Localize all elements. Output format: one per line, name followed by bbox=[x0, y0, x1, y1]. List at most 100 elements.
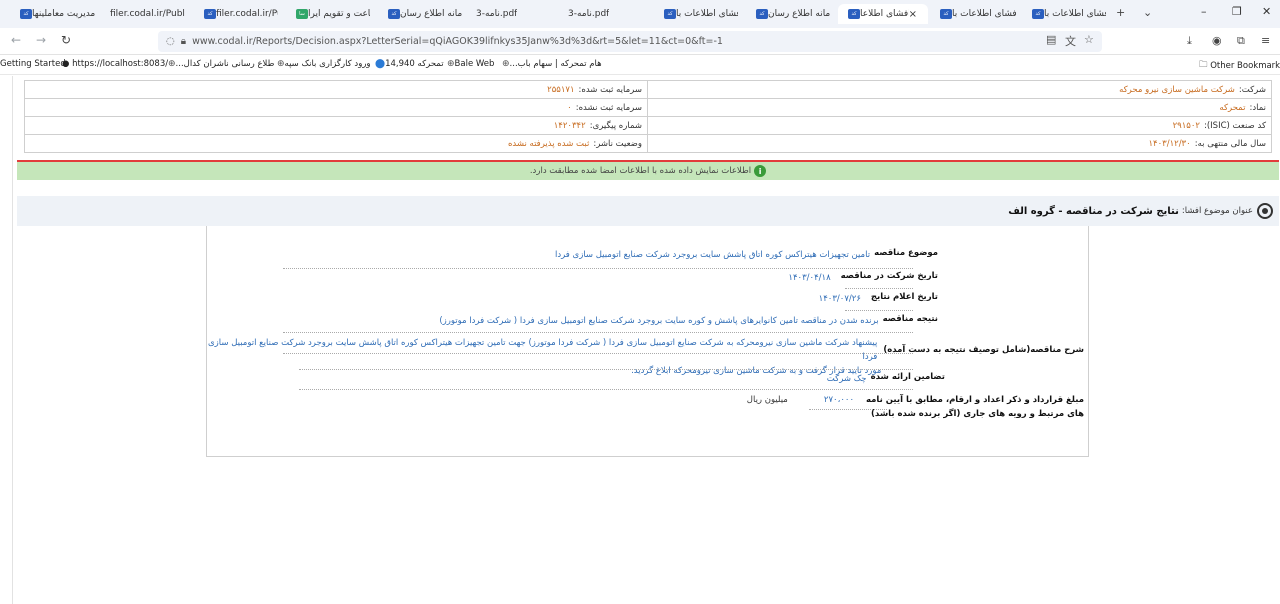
tender-details-panel: موضوع مناقصه تامین تجهیزات هیتراکس کوره … bbox=[206, 226, 1089, 457]
tracking-number-value: ۱۴۲۰۳۴۲ bbox=[553, 120, 586, 131]
tracking-number-cell: شماره پیگیری:۱۴۲۰۳۴۲ bbox=[24, 116, 648, 135]
folder-icon: 🗀︎ bbox=[1199, 60, 1211, 70]
github-icon: ● bbox=[62, 59, 73, 69]
bookmark-sepah-brokerage[interactable]: ⊕ ورود کارگزاری بانک سپه bbox=[274, 59, 371, 69]
tab-3[interactable]: کدسامانه اطلاع رسان bbox=[746, 4, 836, 24]
tab-0[interactable]: کد افشای اطلاعات با bbox=[1022, 4, 1112, 24]
bookmark-tamharekeh-price[interactable]: ⬤ تمحرکه 14,940 bbox=[372, 59, 444, 69]
reader-view-icon[interactable]: ▤ bbox=[1046, 33, 1056, 46]
symbol-cell: نماد:تمحرکه bbox=[647, 98, 1272, 117]
bookmark-bale-web[interactable]: ⊕ Bale Web bbox=[444, 59, 494, 69]
globe-icon: ⊕ bbox=[502, 59, 510, 69]
shield-icon: ◌ bbox=[166, 36, 175, 47]
target-icon bbox=[1257, 203, 1273, 219]
bookmark-star-icon[interactable]: ☆ bbox=[1084, 33, 1094, 46]
symbol-value: تمحرکه bbox=[1219, 102, 1246, 113]
fiscal-year-value: ۱۴۰۳/۱۲/۳۰ bbox=[1148, 138, 1191, 149]
price-icon: ⬤ bbox=[375, 59, 386, 69]
tab-2-active[interactable]: کد افشای اطلاعا × bbox=[838, 4, 928, 24]
publisher-status-cell: وضعیت ناشر:ثبت شده پذیرفته نشده bbox=[24, 134, 648, 153]
url-text: www.codal.ir/Reports/Decision.aspx?Lette… bbox=[192, 36, 723, 47]
subject-header: عنوان موضوع افشا: نتایج شرکت در مناقصه -… bbox=[17, 196, 1279, 226]
registered-capital-value: ۲۵۵۱۷۱ bbox=[547, 84, 575, 95]
signature-verified-banner: i اطلاعات نمایش داده شده با اطلاعات امضا… bbox=[17, 162, 1279, 180]
address-bar[interactable]: ◌ 🔒︎ www.codal.ir/Reports/Decision.aspx?… bbox=[158, 31, 1102, 52]
translate-icon[interactable]: 文 bbox=[1065, 33, 1076, 49]
description-row: شرح مناقصه(شامل توصیف نتیجه به دست آمده)… bbox=[205, 336, 1088, 378]
navigation-bar: ← → ↻ ◌ 🔒︎ www.codal.ir/Reports/Decision… bbox=[0, 28, 1280, 55]
publisher-status-value: ثبت شده پذیرفته نشده bbox=[507, 138, 590, 149]
minimize-icon[interactable]: – bbox=[1201, 5, 1207, 18]
menu-icon[interactable]: ≡ bbox=[1261, 34, 1270, 47]
tab-list-chevron-icon[interactable]: ⌄ bbox=[1143, 6, 1152, 19]
reload-icon[interactable]: ↻ bbox=[61, 33, 71, 47]
bookmark-getting-started[interactable]: Getting Started bbox=[0, 59, 66, 69]
codal-favicon-icon: کد bbox=[664, 9, 676, 19]
tab-8[interactable]: ساساعت و تقویم ایرا bbox=[286, 4, 376, 24]
bookmark-localhost[interactable]: ● https://localhost:8083/ bbox=[62, 59, 168, 69]
restore-icon[interactable]: ❐ bbox=[1232, 5, 1242, 18]
forward-icon[interactable]: → bbox=[36, 33, 46, 47]
result-value: برنده شدن در مناقصه تامین کانوایرهای پاش… bbox=[439, 316, 879, 326]
codal-favicon-icon: کد bbox=[756, 9, 768, 19]
info-icon: i bbox=[754, 165, 767, 177]
other-bookmarks[interactable]: 🗀︎ Other Bookmarks bbox=[1199, 59, 1280, 73]
extensions-icon[interactable]: ⧉ bbox=[1237, 34, 1245, 48]
dotted-separator bbox=[283, 353, 913, 354]
participation-date-row: تاریخ شرکت در مناقصه ۱۴۰۳/۰۴/۱۸ bbox=[788, 271, 938, 283]
calendar-favicon-icon: سا bbox=[296, 9, 308, 19]
dotted-separator bbox=[845, 310, 913, 311]
company-cell: شرکت:شرکت ماشین سازی نیرو محرکه bbox=[647, 80, 1272, 99]
globe-icon: ⊕ bbox=[168, 59, 176, 69]
isic-value: ۲۹۱۵۰۲ bbox=[1172, 120, 1200, 131]
dotted-separator bbox=[809, 409, 887, 410]
unregistered-capital-cell: سرمایه ثبت نشده:۰ bbox=[24, 98, 648, 117]
announce-date-value: ۱۴۰۳/۰۷/۲۶ bbox=[818, 294, 861, 304]
amount-value: ۲۷۰،۰۰۰ bbox=[823, 395, 855, 405]
codal-favicon-icon: کد bbox=[20, 9, 32, 19]
dotted-separator bbox=[283, 268, 913, 269]
new-tab-icon[interactable]: + bbox=[1116, 6, 1125, 19]
codal-favicon-icon: کد bbox=[204, 9, 216, 19]
amount-row: مبلغ قرارداد و ذکر اعداد و ارقام، مطابق … bbox=[747, 393, 1084, 421]
amount-label: مبلغ قرارداد و ذکر اعداد و ارقام، مطابق … bbox=[866, 395, 1084, 419]
page-left-border bbox=[12, 76, 13, 604]
codal-favicon-icon: کد bbox=[848, 9, 860, 19]
tab-bar: کد افشای اطلاعات با کد افشای اطلاعات با کد… bbox=[0, 0, 1280, 28]
bookmark-sahambab[interactable]: ⊕ ...هام تمحرکه | سهام باب bbox=[499, 59, 602, 69]
bookmarks-bar: Getting Started ● https://localhost:8083… bbox=[0, 55, 1280, 75]
guarantee-value: چک شرکت bbox=[826, 374, 867, 384]
tab-11[interactable]: کد مدیریت معاملینها bbox=[10, 4, 102, 24]
participation-date-value: ۱۴۰۳/۰۴/۱۸ bbox=[788, 273, 831, 283]
guarantee-row: تضامین ارائه شده چک شرکت bbox=[826, 372, 945, 384]
dotted-separator bbox=[845, 288, 913, 289]
description-value: پیشنهاد شرکت ماشین سازی نیرومحرکه به شرک… bbox=[208, 338, 882, 376]
codal-favicon-icon: کد bbox=[388, 9, 400, 19]
isic-cell: کد صنعت (ISIC):۲۹۱۵۰۲ bbox=[647, 116, 1272, 135]
codal-favicon-icon: کد bbox=[1032, 9, 1044, 19]
topic-value: تامین تجهیزات هیتراکس کوره اتاق پاشش سای… bbox=[554, 250, 871, 260]
tab-9[interactable]: کدfiler.codal.ir/Publ bbox=[194, 4, 284, 24]
lock-icon: 🔒︎ bbox=[180, 36, 187, 47]
topic-row: موضوع مناقصه تامین تجهیزات هیتراکس کوره … bbox=[554, 248, 938, 260]
tab-5[interactable]: نامه-3.pdf bbox=[562, 4, 652, 24]
company-info-table: شرکت:شرکت ماشین سازی نیرو محرکه سرمایه ث… bbox=[24, 80, 1272, 153]
download-icon[interactable]: ⤓ bbox=[1187, 34, 1192, 48]
back-icon[interactable]: ← bbox=[11, 33, 21, 47]
tab-6[interactable]: نامه-3.pdf bbox=[470, 4, 560, 24]
tab-7[interactable]: کدسامانه اطلاع رسان bbox=[378, 4, 468, 24]
globe-icon: ⊕ bbox=[277, 59, 285, 69]
close-tab-icon[interactable]: × bbox=[909, 9, 917, 20]
fiscal-year-cell: سال مالی منتهی به:۱۴۰۳/۱۲/۳۰ bbox=[647, 134, 1272, 153]
amount-unit: میلیون ریال bbox=[746, 395, 788, 405]
tab-1[interactable]: کد افشای اطلاعات با bbox=[930, 4, 1022, 24]
bookmark-codal-publishers[interactable]: ⊕ ...طلاع رسانی ناشران کدال bbox=[165, 59, 274, 69]
tab-10[interactable]: filer.codal.ir/Publ bbox=[104, 4, 192, 24]
registered-capital-cell: سرمایه ثبت شده:۲۵۵۱۷۱ bbox=[24, 80, 648, 99]
close-window-icon[interactable]: ✕ bbox=[1262, 5, 1271, 18]
dotted-separator bbox=[299, 389, 913, 390]
dotted-separator bbox=[283, 332, 913, 333]
tab-4[interactable]: کد افشای اطلاعات با bbox=[654, 4, 744, 24]
codal-favicon-icon: کد bbox=[940, 9, 952, 19]
account-icon[interactable]: ◉ bbox=[1212, 34, 1222, 47]
